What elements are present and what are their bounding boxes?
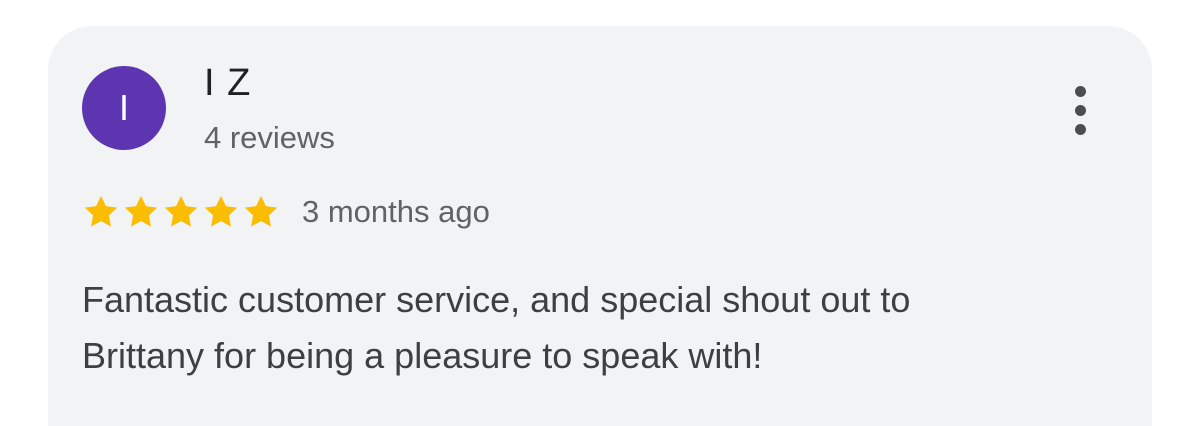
more-vert-icon (1074, 104, 1086, 116)
rating-row: 3 months ago (82, 190, 490, 234)
review-text: Fantastic customer service, and special … (82, 272, 1122, 384)
more-vert-icon (1074, 123, 1086, 135)
star-icon (162, 193, 200, 231)
star-rating (82, 193, 280, 231)
review-card: I I Z 4 reviews 3 months ago Fantastic c… (48, 26, 1152, 426)
reviewer-review-count: 4 reviews (204, 120, 335, 155)
review-text-line: Brittany for being a pleasure to speak w… (82, 335, 763, 376)
avatar-initial: I (118, 87, 129, 128)
reviewer-name[interactable]: I Z (204, 62, 251, 105)
review-text-line: Fantastic customer service, and special … (82, 279, 911, 320)
star-icon (202, 193, 240, 231)
avatar[interactable]: I (82, 66, 166, 150)
more-vert-icon (1074, 85, 1086, 97)
review-date: 3 months ago (302, 194, 490, 229)
more-options-button[interactable] (1060, 80, 1100, 140)
star-icon (122, 193, 160, 231)
star-icon (242, 193, 280, 231)
star-icon (82, 193, 120, 231)
